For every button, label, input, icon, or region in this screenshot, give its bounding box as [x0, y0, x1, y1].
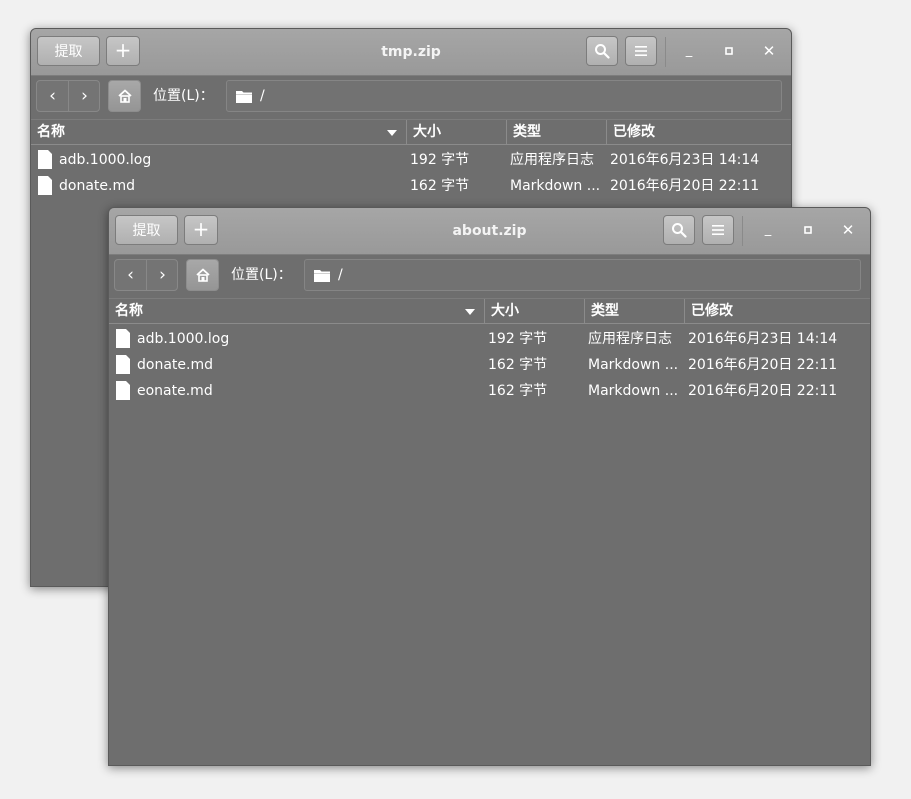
location-bar: ‹ › 位置(L)： /	[109, 255, 870, 297]
menu-button[interactable]	[625, 36, 657, 66]
file-row[interactable]: donate.md 162 字节 Markdown ... 2016年6月20日…	[109, 352, 870, 378]
file-size: 162 字节	[488, 383, 548, 399]
file-row[interactable]: adb.1000.log 192 字节 应用程序日志 2016年6月23日 14…	[31, 147, 791, 173]
column-name-header[interactable]: 名称	[109, 299, 484, 324]
location-label: 位置(L)：	[231, 267, 292, 283]
extract-button[interactable]: 提取	[37, 36, 100, 66]
minimize-icon: _	[764, 222, 772, 237]
column-modified-header[interactable]: 已修改	[684, 299, 869, 324]
forward-button[interactable]: ›	[147, 260, 178, 290]
search-icon	[672, 223, 687, 238]
add-button[interactable]: +	[106, 36, 140, 66]
file-icon	[116, 329, 130, 348]
minimize-button[interactable]: _	[677, 39, 701, 63]
close-button[interactable]: ✕	[757, 39, 781, 63]
home-icon	[118, 89, 132, 103]
file-type: Markdown ...	[510, 178, 601, 194]
file-size: 162 字节	[488, 357, 548, 373]
header-bar: 提取 + tmp.zip _ ✕	[31, 29, 791, 76]
search-button[interactable]	[586, 36, 618, 66]
location-path: /	[260, 88, 265, 104]
archive-window-about[interactable]: 提取 + about.zip _ ✕ ‹ › 位置(L)： / 名称 大小 类型…	[108, 207, 871, 766]
file-icon	[116, 381, 130, 400]
maximize-button[interactable]	[717, 39, 741, 63]
minimize-icon: _	[685, 43, 693, 58]
file-modified: 2016年6月20日 22:11	[688, 357, 838, 373]
file-modified: 2016年6月20日 22:11	[610, 178, 760, 194]
search-button[interactable]	[663, 215, 695, 245]
search-icon	[595, 44, 610, 59]
sort-descending-icon	[465, 309, 475, 315]
column-type-header[interactable]: 类型	[506, 120, 606, 145]
column-size-header[interactable]: 大小	[406, 120, 506, 145]
forward-button[interactable]: ›	[69, 81, 100, 111]
location-field[interactable]: /	[304, 259, 861, 291]
location-path: /	[338, 267, 343, 283]
file-name: adb.1000.log	[137, 331, 230, 347]
file-type: 应用程序日志	[588, 331, 672, 347]
home-button[interactable]	[108, 80, 141, 112]
file-icon	[116, 355, 130, 374]
folder-icon	[314, 270, 330, 282]
column-modified-header[interactable]: 已修改	[606, 120, 791, 145]
location-bar: ‹ › 位置(L)： /	[31, 76, 791, 118]
minimize-button[interactable]: _	[756, 218, 780, 242]
file-modified: 2016年6月23日 14:14	[688, 331, 838, 347]
chevron-right-icon: ›	[159, 265, 166, 285]
file-name: donate.md	[59, 178, 135, 194]
location-label: 位置(L)：	[153, 88, 214, 104]
maximize-button[interactable]	[796, 218, 820, 242]
file-type: Markdown ...	[588, 383, 679, 399]
file-modified: 2016年6月20日 22:11	[688, 383, 838, 399]
header-separator	[742, 216, 743, 246]
close-button[interactable]: ✕	[836, 218, 860, 242]
window-title: about.zip	[452, 223, 527, 239]
file-row[interactable]: adb.1000.log 192 字节 应用程序日志 2016年6月23日 14…	[109, 326, 870, 352]
column-type-header[interactable]: 类型	[584, 299, 684, 324]
file-size: 192 字节	[488, 331, 548, 347]
header-separator	[665, 37, 666, 67]
maximize-icon	[804, 226, 812, 234]
file-modified: 2016年6月23日 14:14	[610, 152, 760, 168]
chevron-right-icon: ›	[81, 86, 88, 106]
back-button[interactable]: ‹	[115, 260, 147, 290]
file-row[interactable]: donate.md 162 字节 Markdown ... 2016年6月20日…	[31, 173, 791, 199]
chevron-left-icon: ‹	[49, 86, 56, 106]
file-row[interactable]: eonate.md 162 字节 Markdown ... 2016年6月20日…	[109, 378, 870, 404]
file-name: eonate.md	[137, 383, 213, 399]
header-bar: 提取 + about.zip _ ✕	[109, 208, 870, 255]
home-icon	[196, 268, 210, 282]
close-icon: ✕	[841, 221, 855, 239]
file-list: adb.1000.log 192 字节 应用程序日志 2016年6月23日 14…	[109, 326, 870, 404]
column-header: 名称 大小 类型 已修改	[109, 298, 870, 324]
file-type: Markdown ...	[588, 357, 679, 373]
navigation-buttons: ‹ ›	[114, 259, 178, 291]
file-size: 162 字节	[410, 178, 470, 194]
back-button[interactable]: ‹	[37, 81, 69, 111]
add-button[interactable]: +	[184, 215, 218, 245]
hamburger-menu-icon	[635, 46, 647, 56]
home-button[interactable]	[186, 259, 219, 291]
menu-button[interactable]	[702, 215, 734, 245]
file-list: adb.1000.log 192 字节 应用程序日志 2016年6月23日 14…	[31, 147, 791, 199]
chevron-left-icon: ‹	[127, 265, 134, 285]
window-title: tmp.zip	[381, 44, 441, 60]
folder-icon	[236, 91, 252, 103]
extract-button[interactable]: 提取	[115, 215, 178, 245]
file-name: adb.1000.log	[59, 152, 152, 168]
column-name-header[interactable]: 名称	[31, 120, 406, 145]
file-icon	[38, 150, 52, 169]
close-icon: ✕	[762, 42, 776, 60]
file-name: donate.md	[137, 357, 213, 373]
hamburger-menu-icon	[712, 225, 724, 235]
file-type: 应用程序日志	[510, 152, 594, 168]
location-field[interactable]: /	[226, 80, 782, 112]
column-size-header[interactable]: 大小	[484, 299, 584, 324]
file-icon	[38, 176, 52, 195]
sort-descending-icon	[387, 130, 397, 136]
file-size: 192 字节	[410, 152, 470, 168]
navigation-buttons: ‹ ›	[36, 80, 100, 112]
maximize-icon	[725, 47, 733, 55]
column-header: 名称 大小 类型 已修改	[31, 119, 791, 145]
